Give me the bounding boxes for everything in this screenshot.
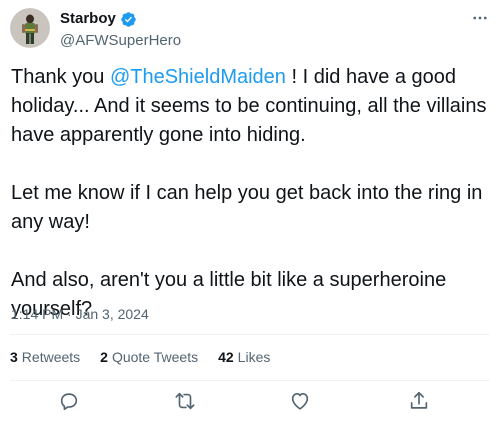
verified-badge-icon bbox=[120, 11, 137, 28]
likes-count: 42 bbox=[218, 349, 234, 365]
tweet-paragraph-1: Thank you @TheShieldMaiden ! I did have … bbox=[11, 63, 495, 150]
retweet-icon[interactable] bbox=[174, 390, 198, 414]
display-name-text[interactable]: Starboy bbox=[60, 10, 116, 28]
tweet-text-pre: Thank you bbox=[11, 66, 110, 88]
reply-icon[interactable] bbox=[58, 390, 82, 414]
quote-tweets-stat[interactable]: 2 Quote Tweets bbox=[100, 348, 198, 366]
quote-tweets-count: 2 bbox=[100, 349, 108, 365]
divider bbox=[10, 380, 490, 381]
divider bbox=[10, 334, 490, 335]
user-handle[interactable]: @AFWSuperHero bbox=[60, 32, 181, 50]
likes-stat[interactable]: 42 Likes bbox=[218, 348, 270, 366]
display-name[interactable]: Starboy bbox=[60, 10, 137, 28]
retweets-count: 3 bbox=[10, 349, 18, 365]
share-icon[interactable] bbox=[408, 390, 432, 414]
engagement-stats: 3 Retweets 2 Quote Tweets 42 Likes bbox=[10, 348, 290, 366]
more-icon[interactable] bbox=[470, 8, 490, 28]
retweets-stat[interactable]: 3 Retweets bbox=[10, 348, 80, 366]
like-icon[interactable] bbox=[289, 390, 313, 414]
avatar[interactable] bbox=[10, 8, 50, 48]
likes-label: Likes bbox=[237, 349, 271, 365]
mention-link[interactable]: @TheShieldMaiden bbox=[110, 66, 286, 88]
action-bar bbox=[0, 390, 500, 414]
tweet-timestamp[interactable]: 1:14 PM · Jan 3, 2024 bbox=[11, 305, 149, 323]
tweet-card: Starboy @AFWSuperHero Thank you @TheShie… bbox=[0, 0, 500, 430]
tweet-paragraph-2: Let me know if I can help you get back i… bbox=[11, 182, 483, 233]
tweet-text: Thank you @TheShieldMaiden ! I did have … bbox=[11, 63, 495, 324]
quote-tweets-label: Quote Tweets bbox=[111, 349, 199, 365]
retweets-label: Retweets bbox=[21, 349, 81, 365]
